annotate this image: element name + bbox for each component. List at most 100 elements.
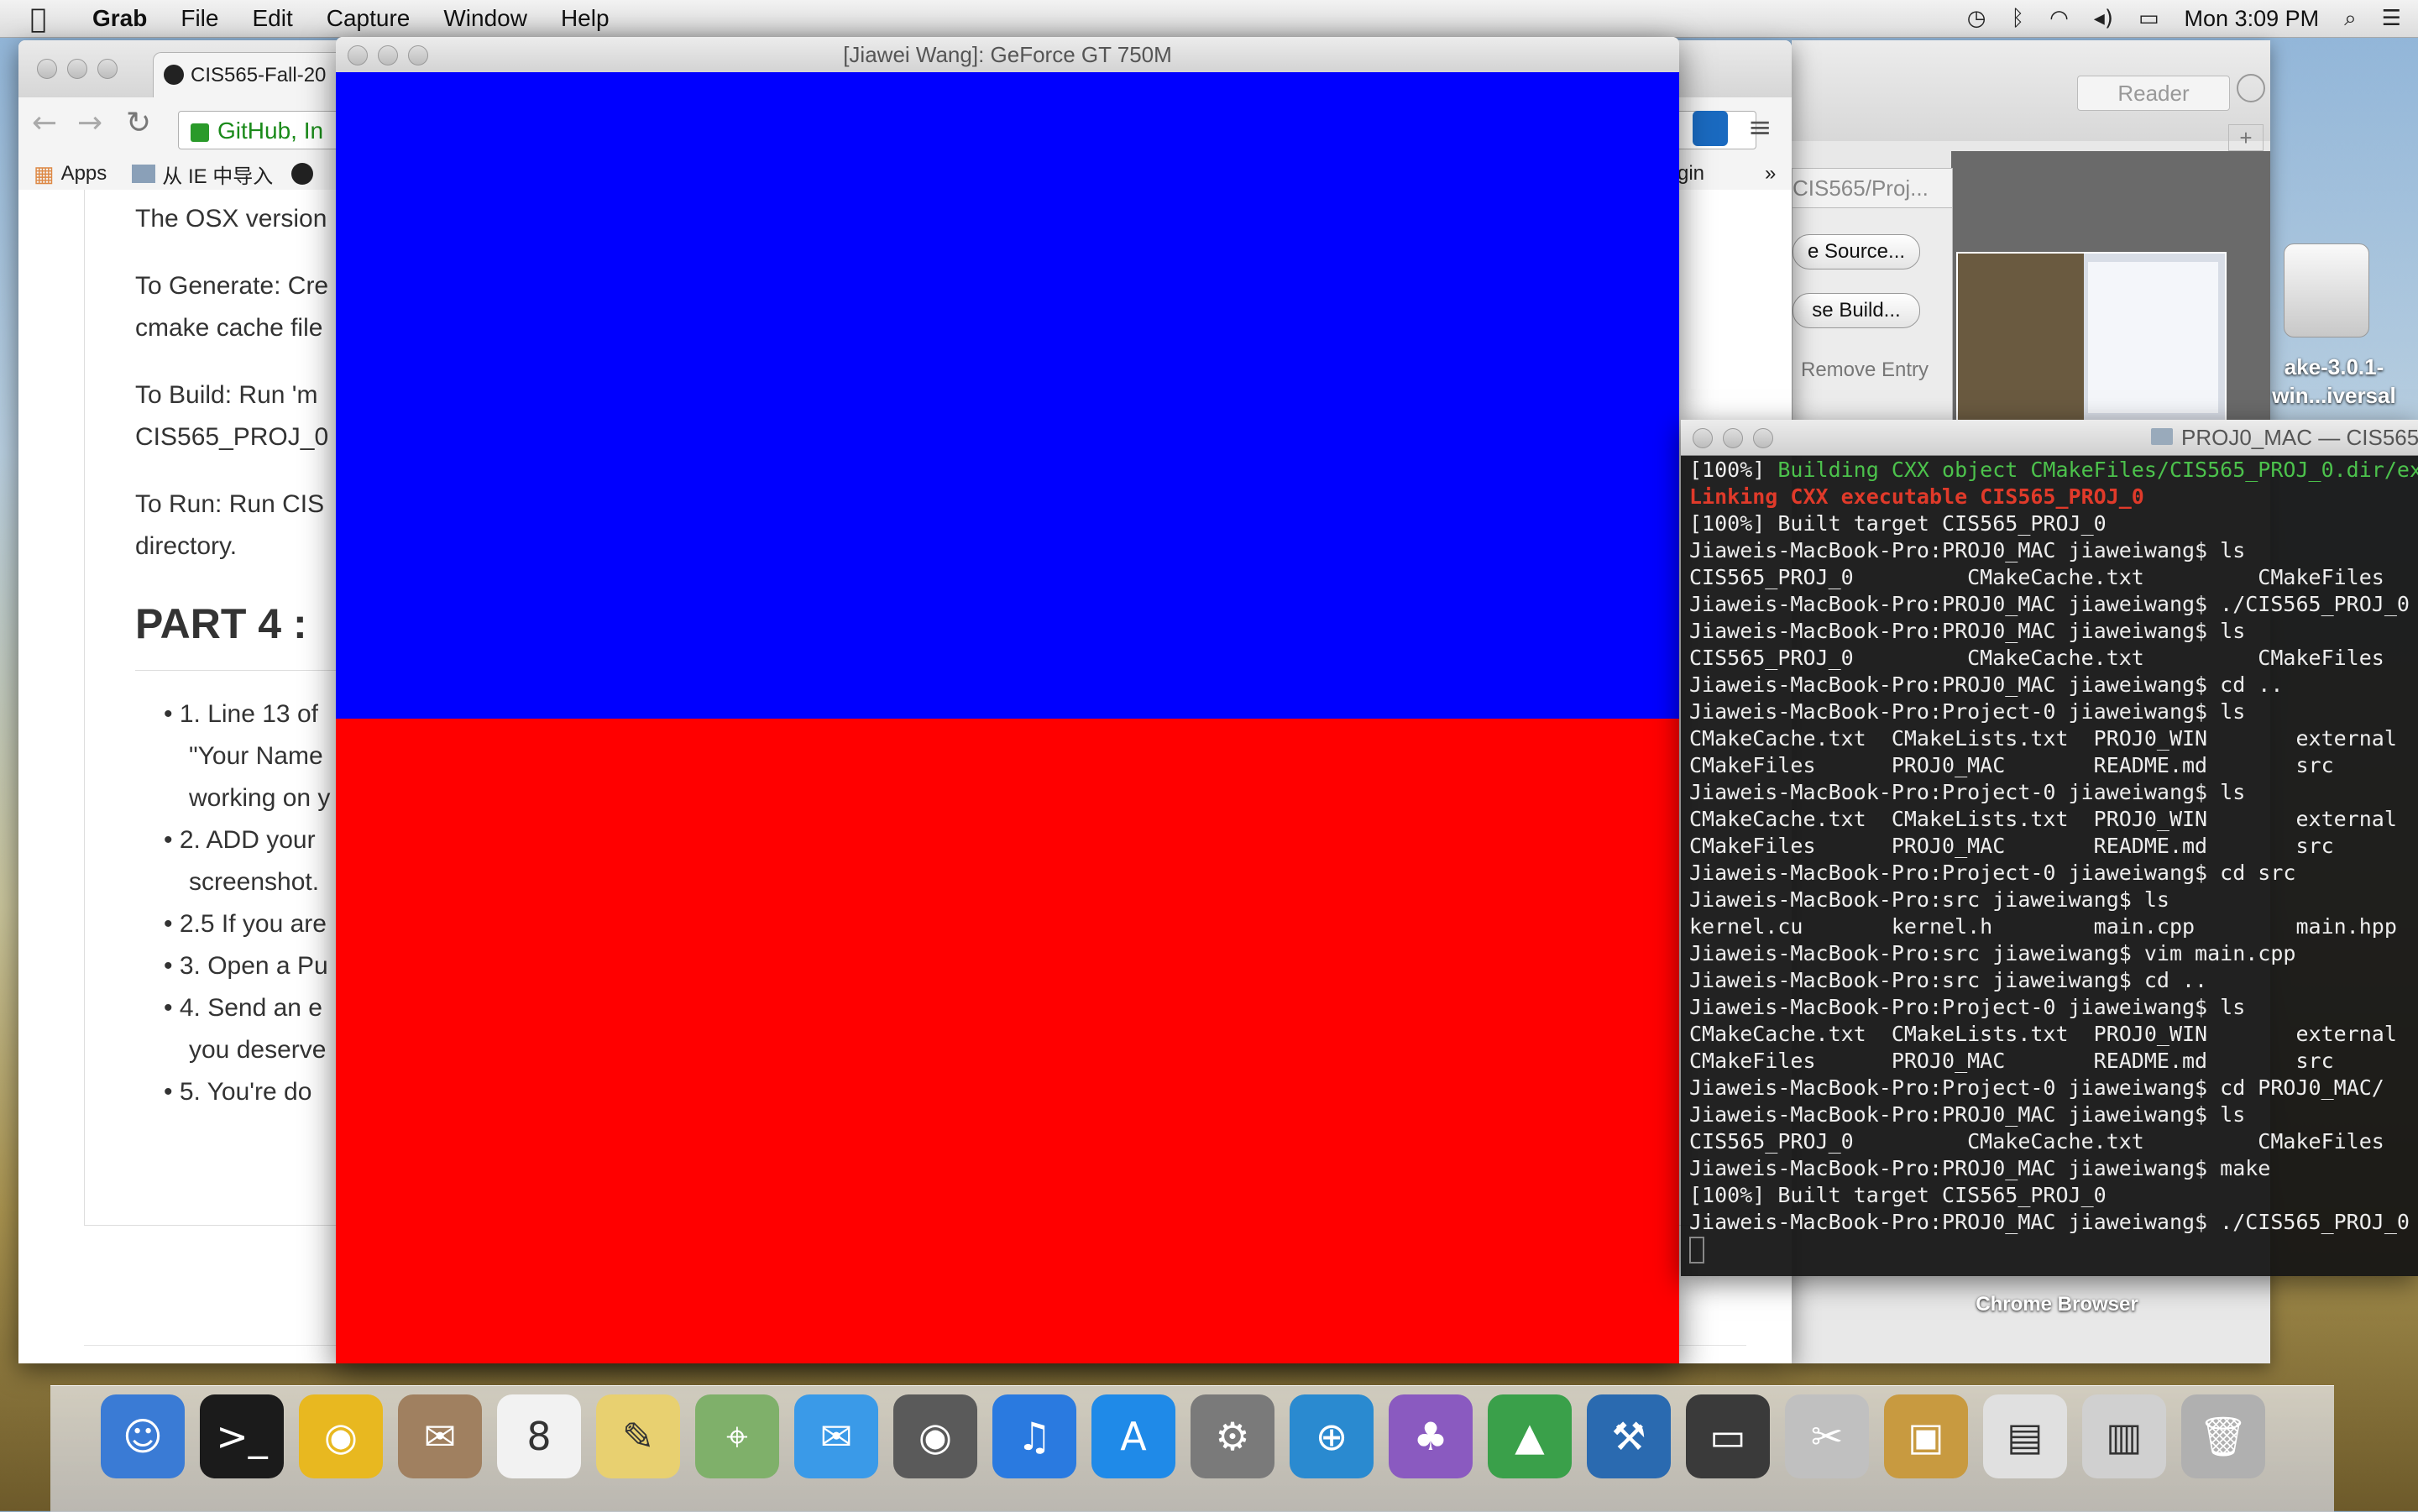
lock-icon xyxy=(191,123,209,142)
terminal-line: CMakeCache.txt CMakeLists.txt PROJ0_WIN … xyxy=(1689,1022,2397,1046)
terminal-line: Jiaweis-MacBook-Pro:Project-0 jiaweiwang… xyxy=(1689,780,2246,804)
bookmarks-overflow-icon[interactable]: » xyxy=(1765,162,1776,186)
notes-icon[interactable]: ✎ xyxy=(596,1394,680,1478)
terminal-line: Jiaweis-MacBook-Pro:PROJ0_MAC jiaweiwang… xyxy=(1689,538,2246,562)
mail-icon[interactable]: ✉ xyxy=(398,1394,482,1478)
terminal-line: Jiaweis-MacBook-Pro:Project-0 jiaweiwang… xyxy=(1689,699,2246,724)
trash-icon[interactable]: 🗑 xyxy=(2181,1394,2265,1478)
download-icon[interactable] xyxy=(2237,74,2265,102)
menu-edit[interactable]: Edit xyxy=(252,5,292,32)
terminal-line: CMakeFiles PROJ0_MAC README.md src xyxy=(1689,834,2334,858)
extension-icon[interactable] xyxy=(1693,111,1728,146)
documents-stack-icon[interactable]: ▥ xyxy=(2082,1394,2166,1478)
list-item: • 2. ADD your xyxy=(164,826,316,854)
red-region xyxy=(336,719,1679,1363)
opengl-window: [Jiawei Wang]: GeForce GT 750M xyxy=(336,37,1679,1363)
new-tab-button[interactable]: + xyxy=(2228,124,2264,151)
forward-icon[interactable]: → xyxy=(77,106,102,140)
remove-entry-button[interactable]: Remove Entry xyxy=(1801,358,1929,382)
grab-icon[interactable]: ✂ xyxy=(1785,1394,1869,1478)
menu-bar:  Grab File Edit Capture Window Help ◷ ᛒ… xyxy=(0,0,2418,38)
paragraph-generate-2: cmake cache file xyxy=(135,314,323,342)
terminal-line: Jiaweis-MacBook-Pro:PROJ0_MAC jiaweiwang… xyxy=(1689,672,2284,697)
dock: ☺ >_ ◉ ✉ 8 ✎ ⌖ ✉ ◉ ♫ A ⚙ ⊕ ♣ ▲ ⚒ ▭ ✂ ▣ ▤ ▥ 🗑 xyxy=(50,1385,2334,1512)
itunes-icon[interactable]: ♫ xyxy=(992,1394,1076,1478)
terminal-line: Jiaweis-MacBook-Pro:PROJ0_MAC jiaweiwang… xyxy=(1689,619,2246,643)
bluetooth-icon[interactable]: ᛒ xyxy=(2011,6,2024,31)
browse-build-button[interactable]: se Build... xyxy=(1793,293,1920,328)
terminal-line: kernel.cu kernel.h main.cpp main.hpp xyxy=(1689,914,2397,939)
safari-icon[interactable]: ⊕ xyxy=(1290,1394,1374,1478)
facetime-icon[interactable]: ◉ xyxy=(893,1394,977,1478)
bookmark-folder[interactable]: 从 IE 中导入 xyxy=(162,160,273,189)
menu-help[interactable]: Help xyxy=(561,5,610,32)
app-menu[interactable]: Grab xyxy=(92,5,147,32)
cmake-icon[interactable]: ▲ xyxy=(1488,1394,1572,1478)
spotlight-search-icon[interactable]: ⌕ xyxy=(2344,6,2357,32)
menu-file[interactable]: File xyxy=(181,5,218,32)
appstore-icon[interactable]: A xyxy=(1091,1394,1175,1478)
bookmark-apps[interactable]: Apps xyxy=(61,162,107,186)
bookmark-login[interactable]: gin xyxy=(1677,162,1704,186)
reload-icon[interactable]: ↻ xyxy=(126,106,151,140)
terminal-icon[interactable]: >_ xyxy=(200,1394,284,1478)
browse-source-button[interactable]: e Source... xyxy=(1793,234,1920,269)
apple-menu-icon[interactable]:  xyxy=(30,3,64,34)
list-item: • 3. Open a Pu xyxy=(164,952,328,980)
zoom-button[interactable] xyxy=(97,59,118,79)
twitter-thumbnail[interactable] xyxy=(1956,252,2227,423)
xcode-icon[interactable]: ⚒ xyxy=(1587,1394,1671,1478)
disk-image-label[interactable]: ake-3.0.1- win...iversal xyxy=(2258,353,2410,410)
terminal-line: Jiaweis-MacBook-Pro:Project-0 jiaweiwang… xyxy=(1689,995,2246,1019)
list-item: • 4. Send an e xyxy=(164,994,322,1022)
gl-close-button[interactable] xyxy=(348,45,368,65)
terminal-line: Jiaweis-MacBook-Pro:src jiaweiwang$ cd .… xyxy=(1689,968,2208,992)
terminal-line: [100%] Built target CIS565_PROJ_0 xyxy=(1689,1183,2107,1207)
menu-window[interactable]: Window xyxy=(443,5,527,32)
term-minimize-button[interactable] xyxy=(1723,428,1743,448)
gl-minimize-button[interactable] xyxy=(378,45,398,65)
downloads-stack-icon[interactable]: ▤ xyxy=(1983,1394,2067,1478)
back-icon[interactable]: ← xyxy=(32,106,57,140)
messages-icon[interactable]: ✉ xyxy=(794,1394,878,1478)
terminal-line: Jiaweis-MacBook-Pro:Project-0 jiaweiwang… xyxy=(1689,861,2296,885)
paragraph-osx: The OSX version xyxy=(135,205,327,233)
reader-button[interactable]: Reader xyxy=(2077,76,2230,111)
part4-heading: PART 4 : xyxy=(135,600,307,647)
terminal-cursor xyxy=(1689,1236,2418,1263)
chrome-icon[interactable]: ◉ xyxy=(299,1394,383,1478)
wifi-icon[interactable]: ◠ xyxy=(2049,6,2069,31)
gl-zoom-button[interactable] xyxy=(408,45,428,65)
terminal-line: CIS565_PROJ_0 CMakeCache.txt CMakeFiles xyxy=(1689,1129,2384,1154)
menu-capture[interactable]: Capture xyxy=(327,5,411,32)
minimize-button[interactable] xyxy=(67,59,87,79)
term-zoom-button[interactable] xyxy=(1753,428,1773,448)
terminal-line: Jiaweis-MacBook-Pro:PROJ0_MAC jiaweiwang… xyxy=(1689,592,2410,616)
console-icon[interactable]: ▭ xyxy=(1686,1394,1770,1478)
notification-center-icon[interactable]: ☰ xyxy=(2382,6,2401,31)
battery-icon[interactable]: ▭ xyxy=(2138,6,2159,31)
maps-icon[interactable]: ⌖ xyxy=(695,1394,779,1478)
github-bookmark-icon[interactable] xyxy=(291,163,314,185)
terminal-line: CMakeCache.txt CMakeLists.txt PROJ0_WIN … xyxy=(1689,807,2397,831)
disk-image-icon[interactable] xyxy=(2275,235,2376,353)
installer-icon[interactable]: ▣ xyxy=(1884,1394,1968,1478)
clock[interactable]: Mon 3:09 PM xyxy=(2185,6,2320,32)
close-button[interactable] xyxy=(37,59,57,79)
volume-icon[interactable]: ◂) xyxy=(2094,6,2113,31)
terminal-window[interactable]: PROJ0_MAC — CIS565 [100%] Building CXX o… xyxy=(1681,420,2418,1276)
time-machine-icon[interactable]: ◷ xyxy=(1967,6,1986,31)
opengl-window-title: [Jiawei Wang]: GeForce GT 750M xyxy=(843,42,1172,67)
system-preferences-icon[interactable]: ⚙ xyxy=(1191,1394,1274,1478)
terminal-line: Jiaweis-MacBook-Pro:PROJ0_MAC jiaweiwang… xyxy=(1689,1210,2410,1234)
terminal-line: Linking CXX executable CIS565_PROJ_0 xyxy=(1689,484,2144,509)
cmake-tab-title[interactable]: CIS565/Proj... xyxy=(1793,169,1952,208)
chrome-browser-label: Chrome Browser xyxy=(1976,1293,2138,1316)
chrome-menu-icon[interactable]: ≡ xyxy=(1748,111,1772,144)
calendar-icon[interactable]: 8 xyxy=(497,1394,581,1478)
thumbnail-form xyxy=(2088,262,2218,413)
finder-icon[interactable]: ☺ xyxy=(101,1394,185,1478)
term-close-button[interactable] xyxy=(1693,428,1713,448)
terminal-output: [100%] Building CXX object CMakeFiles/CI… xyxy=(1689,457,2418,1263)
github-icon[interactable]: ♣ xyxy=(1389,1394,1473,1478)
